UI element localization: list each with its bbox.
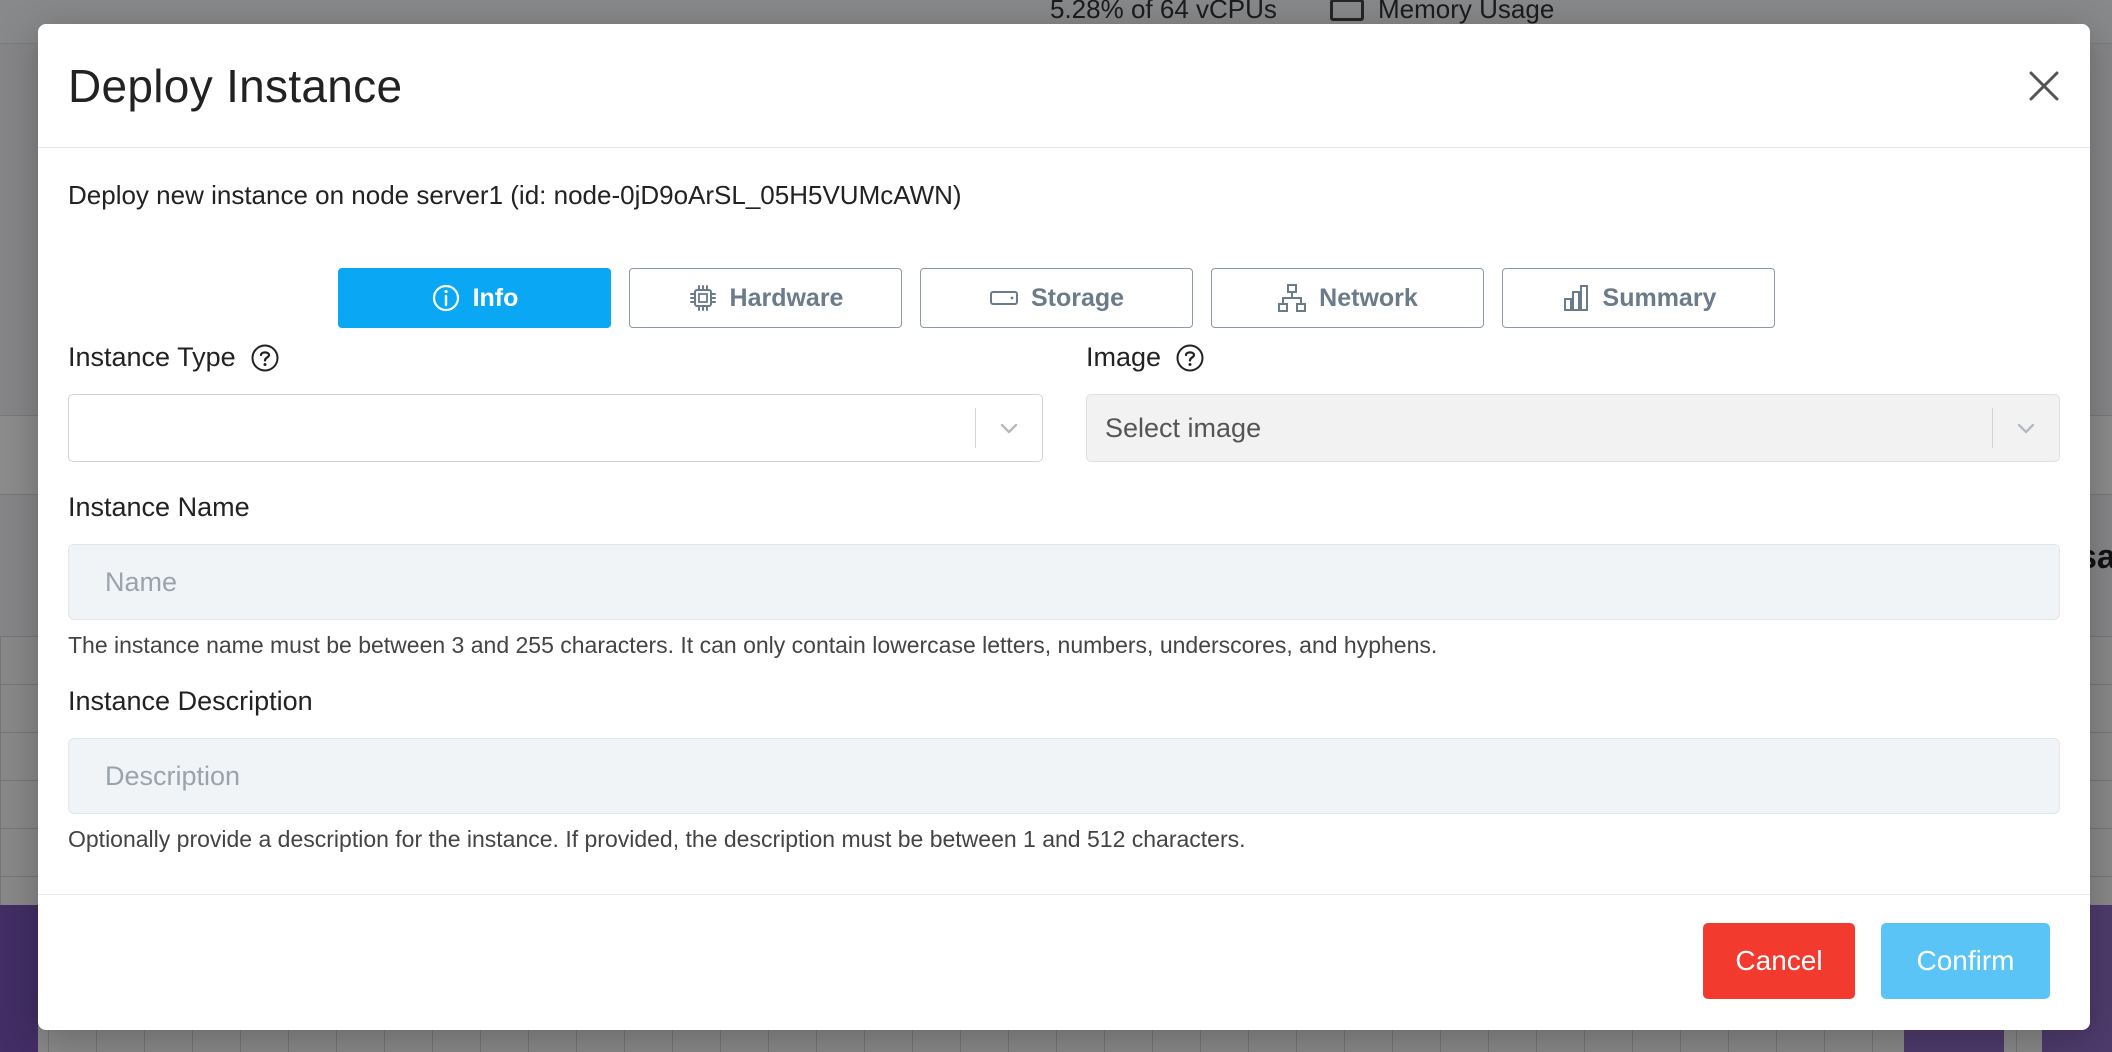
instance-name-hint: The instance name must be between 3 and … bbox=[68, 632, 1438, 658]
tab-summary-label: Summary bbox=[1602, 283, 1717, 312]
confirm-button[interactable]: Confirm bbox=[1881, 923, 2050, 999]
image-select[interactable]: Select image bbox=[1086, 394, 2060, 462]
chevron-down-icon[interactable] bbox=[976, 395, 1042, 461]
network-icon bbox=[1278, 284, 1307, 312]
step-tabs: Info Hardware Storage Network Summary bbox=[338, 268, 1775, 328]
help-icon[interactable] bbox=[250, 343, 280, 373]
bar-chart-icon bbox=[1563, 285, 1588, 311]
tab-hardware-label: Hardware bbox=[729, 283, 844, 312]
instance-type-label: Instance Type bbox=[68, 342, 236, 372]
tab-network-label: Network bbox=[1319, 283, 1418, 312]
deploy-subtitle: Deploy new instance on node server1 (id:… bbox=[68, 180, 962, 210]
image-label-row: Image bbox=[1086, 342, 1205, 373]
tab-network[interactable]: Network bbox=[1211, 268, 1484, 328]
instance-type-select[interactable] bbox=[68, 394, 1043, 462]
info-icon bbox=[432, 284, 459, 312]
cpu-chip-icon bbox=[689, 285, 716, 311]
image-label: Image bbox=[1086, 342, 1162, 372]
help-icon[interactable] bbox=[1175, 343, 1205, 373]
tab-info[interactable]: Info bbox=[338, 268, 611, 328]
deploy-instance-modal: Deploy Instance Deploy new instance on n… bbox=[38, 24, 2090, 1030]
tab-storage-label: Storage bbox=[1030, 283, 1125, 312]
cancel-button[interactable]: Cancel bbox=[1703, 923, 1855, 999]
modal-title: Deploy Instance bbox=[68, 59, 403, 112]
tab-hardware[interactable]: Hardware bbox=[629, 268, 902, 328]
instance-description-input[interactable] bbox=[68, 738, 2060, 814]
close-icon bbox=[2029, 71, 2059, 101]
instance-name-input[interactable] bbox=[68, 544, 2060, 620]
tab-summary[interactable]: Summary bbox=[1502, 268, 1775, 328]
tab-storage[interactable]: Storage bbox=[920, 268, 1193, 328]
drive-icon bbox=[989, 291, 1018, 305]
chevron-down-icon[interactable] bbox=[1993, 395, 2059, 461]
tab-info-label: Info bbox=[472, 283, 519, 312]
modal-footer: Cancel Confirm bbox=[38, 894, 2090, 1030]
image-select-placeholder: Select image bbox=[1105, 412, 1262, 443]
instance-description-hint: Optionally provide a description for the… bbox=[68, 826, 1246, 852]
instance-name-label: Instance Name bbox=[68, 492, 250, 522]
instance-type-label-row: Instance Type bbox=[68, 342, 280, 373]
modal-header: Deploy Instance bbox=[38, 24, 2090, 148]
instance-description-label: Instance Description bbox=[68, 686, 313, 716]
modal-body: Deploy new instance on node server1 (id:… bbox=[38, 148, 2090, 894]
close-button[interactable] bbox=[2026, 68, 2062, 104]
